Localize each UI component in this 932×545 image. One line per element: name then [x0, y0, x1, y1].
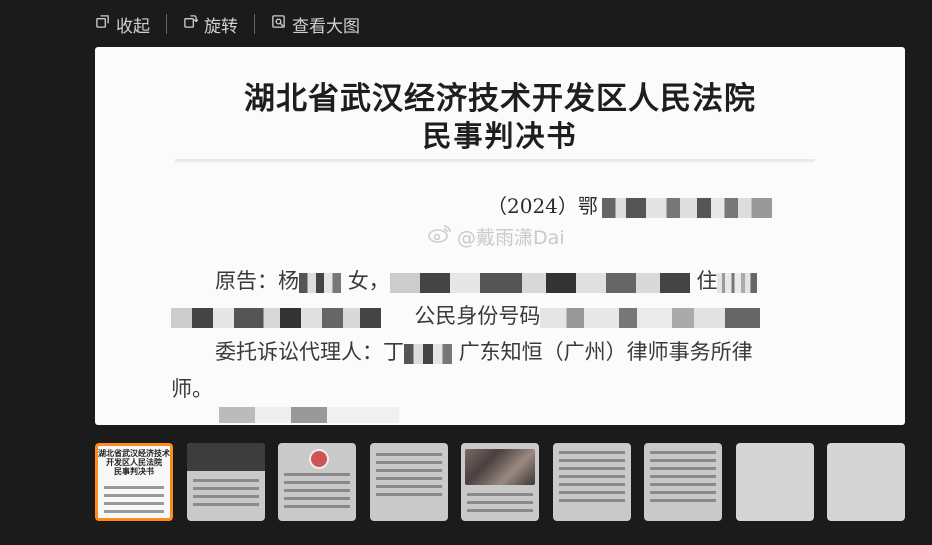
thumbnail-text-lines: [650, 451, 716, 507]
thumbnail-3[interactable]: [278, 443, 356, 521]
thumbnail-1[interactable]: 湖北省武汉经济技术开发区人民法院 民事判决书: [95, 443, 173, 521]
thumbnail-text-lines: [376, 453, 442, 501]
scan-artifact: [175, 159, 815, 162]
thumbnail-text-lines: [104, 486, 164, 518]
thumbnail-9[interactable]: [827, 443, 905, 521]
plaintiff-line: 原告：杨 女， 住: [215, 265, 758, 295]
thumbnail-8[interactable]: [736, 443, 814, 521]
thumbnail-text-lines: [193, 479, 259, 511]
redaction-mosaic: [219, 407, 399, 423]
redaction-mosaic: [171, 307, 381, 328]
thumbnail-title: 湖北省武汉经济技术开发区人民法院: [98, 448, 170, 467]
thumbnail-5[interactable]: [461, 443, 539, 521]
document-subtitle: 民事判决书: [422, 119, 578, 153]
image-toolbar: 收起 旋转 查看大图: [95, 10, 360, 38]
thumbnail-6[interactable]: [553, 443, 631, 521]
watermark: @戴雨潇Dai: [427, 223, 565, 250]
thumbnail-2[interactable]: [187, 443, 265, 521]
thumbnail-photo: [465, 449, 535, 485]
watermark-text: @戴雨潇Dai: [457, 227, 565, 249]
redaction-mosaic: [389, 272, 690, 293]
toolbar-divider: [166, 14, 167, 34]
thumbnail-photo: [187, 443, 265, 471]
redaction-mosaic: [404, 343, 452, 364]
thumbnail-text-lines: [467, 493, 533, 517]
thumbnail-strip: 湖北省武汉经济技术开发区人民法院 民事判决书: [95, 443, 905, 521]
case-number: （2024）鄂: [487, 190, 772, 219]
thumbnail-subtitle: 民事判决书: [114, 466, 154, 476]
thumbnail-text-lines: [559, 451, 625, 507]
gender-text: 女，: [347, 269, 390, 293]
view-large-button[interactable]: 查看大图: [271, 12, 360, 37]
rotate-label: 旋转: [204, 16, 238, 37]
collapse-label: 收起: [116, 16, 150, 37]
residence-label: 住: [696, 269, 718, 293]
redaction-mosaic: [601, 197, 772, 218]
document-title: 湖北省武汉经济技术开发区人民法院: [244, 81, 756, 117]
thumbnail-7[interactable]: [644, 443, 722, 521]
redaction-mosaic: [717, 272, 758, 293]
plaintiff-label: 原告：杨: [215, 269, 299, 293]
thumbnail-text-lines: [284, 473, 350, 513]
thumbnail-avatar: [309, 449, 329, 469]
redaction-mosaic: [540, 307, 761, 328]
redaction-mosaic: [299, 272, 341, 293]
id-label: 公民身份号码: [414, 304, 541, 328]
agent-label: 委托诉讼代理人：丁: [215, 340, 404, 364]
magnify-image-icon: [271, 14, 286, 34]
id-line: 公民身份号码: [171, 300, 761, 330]
thumbnail-4[interactable]: [370, 443, 448, 521]
agent-line: 委托诉讼代理人：丁 广东知恒（广州）律师事务所律: [215, 336, 753, 366]
rotate-button[interactable]: 旋转: [183, 12, 238, 37]
image-viewer[interactable]: 湖北省武汉经济技术开发区人民法院 民事判决书 （2024）鄂 @戴雨潇Dai 原…: [95, 47, 905, 425]
weibo-icon: [427, 223, 453, 250]
collapse-button[interactable]: 收起: [95, 12, 150, 37]
agent-firm: 广东知恒（广州）律师事务所律: [458, 340, 753, 364]
view-large-label: 查看大图: [292, 16, 360, 37]
rotate-icon: [183, 14, 199, 34]
case-number-prefix: （2024）鄂: [487, 194, 598, 218]
toolbar-divider: [254, 14, 255, 34]
agent-line-cont: 师。: [171, 377, 213, 401]
collapse-icon: [95, 14, 110, 34]
